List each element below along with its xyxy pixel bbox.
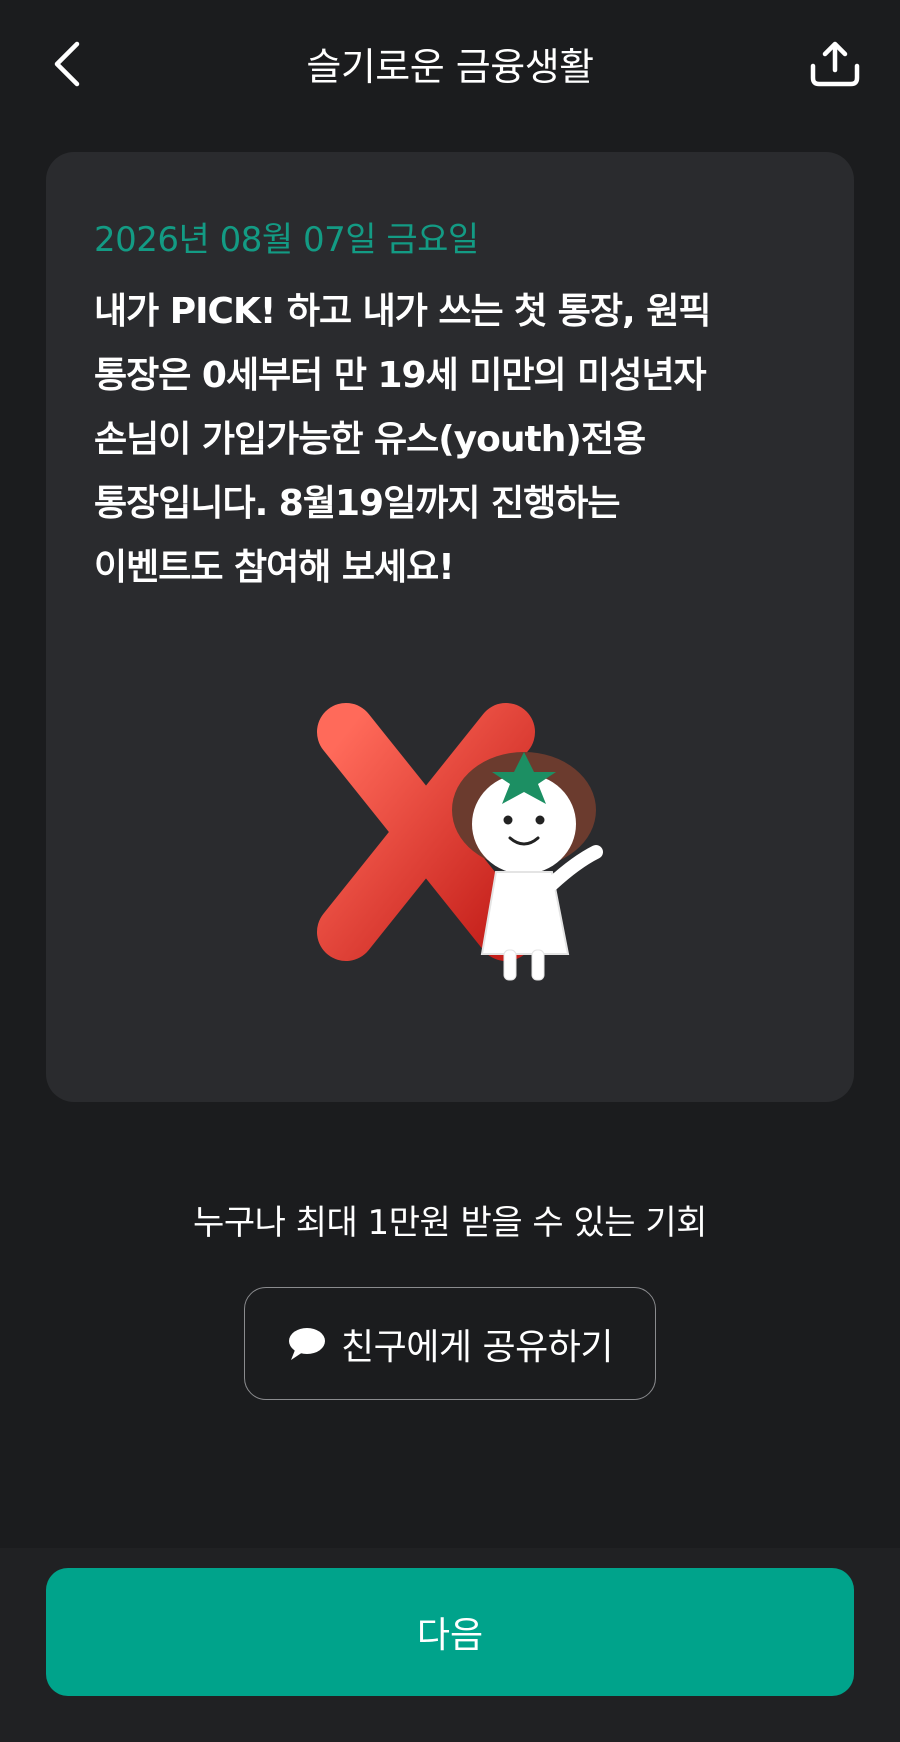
page-title: 슬기로운 금융생활 bbox=[306, 45, 594, 89]
share-with-friend-label: 친구에게 공유하기 bbox=[341, 1326, 613, 1368]
top-navigation-bar: 슬기로운 금융생활 bbox=[0, 0, 900, 130]
red-x-character-illustration bbox=[317, 703, 603, 981]
card-body-line: 손님이 가입가능한 유스(youth)전용 bbox=[94, 419, 646, 460]
card-date: 2026년 08월 07일 금요일 bbox=[94, 220, 479, 260]
card-body-line: 내가 PICK! 하고 내가 쓰는 첫 통장, 원픽 bbox=[94, 291, 711, 332]
next-button[interactable]: 다음 bbox=[46, 1568, 854, 1696]
share-with-friend-button[interactable]: 친구에게 공유하기 bbox=[244, 1287, 656, 1400]
card-body: 내가 PICK! 하고 내가 쓰는 첫 통장, 원픽 통장은 0세부터 만 19… bbox=[94, 280, 814, 600]
promo-subtitle: 누구나 최대 1만원 받을 수 있는 기회 bbox=[193, 1203, 707, 1243]
share-button[interactable] bbox=[800, 28, 870, 100]
card-body-line: 통장입니다. 8월19일까지 진행하는 bbox=[94, 483, 620, 524]
speech-bubble-icon bbox=[289, 1327, 326, 1360]
card-body-line: 이벤트도 참여해 보세요! bbox=[94, 547, 455, 588]
share-upload-icon bbox=[810, 41, 860, 87]
card-body-line: 통장은 0세부터 만 19세 미만의 미성년자 bbox=[94, 355, 707, 396]
bottom-action-bar: 다음 bbox=[0, 1548, 900, 1742]
content-card: 2026년 08월 07일 금요일 내가 PICK! 하고 내가 쓰는 첫 통장… bbox=[46, 152, 854, 1102]
next-button-label: 다음 bbox=[416, 1615, 484, 1656]
